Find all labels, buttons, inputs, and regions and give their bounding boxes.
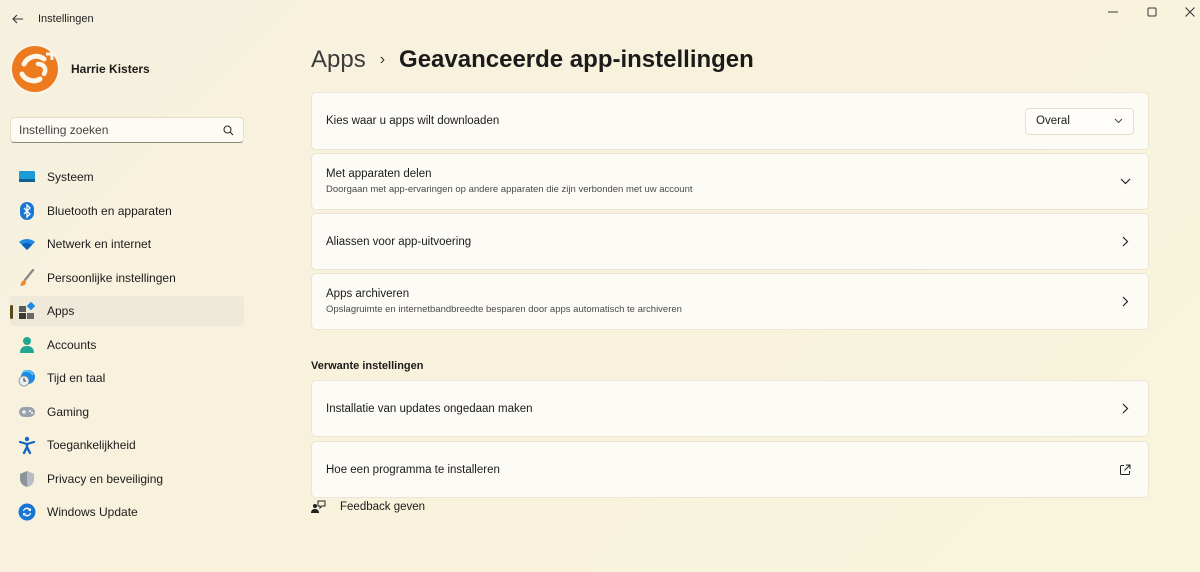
globe-clock-icon	[18, 369, 36, 387]
user-name: Harrie Kisters	[71, 62, 150, 76]
dropdown-value: Overal	[1036, 115, 1070, 127]
setting-title: Aliassen voor app-uitvoering	[326, 235, 472, 248]
feedback-label: Feedback geven	[340, 501, 426, 513]
sidebar-item-label: Tijd en taal	[47, 371, 106, 385]
person-icon	[18, 336, 36, 354]
sidebar-item-label: Bluetooth en apparaten	[47, 203, 172, 218]
back-button[interactable]	[8, 9, 28, 29]
sidebar-item-windows-update[interactable]: Windows Update	[10, 497, 244, 527]
related-how-to-install[interactable]: Hoe een programma te installeren	[311, 441, 1149, 498]
setting-description: Doorgaan met app-ervaringen op andere ap…	[326, 184, 693, 195]
search-icon[interactable]	[221, 123, 235, 137]
shield-icon	[18, 470, 36, 488]
chevron-down-icon	[1114, 118, 1123, 124]
sidebar-item-tijd[interactable]: Tijd en taal	[10, 363, 244, 393]
setting-share-devices[interactable]: Met apparaten delen Doorgaan met app-erv…	[311, 153, 1149, 210]
breadcrumb-apps-link[interactable]: Apps	[311, 46, 366, 74]
sidebar-nav: Systeem Bluetooth en apparaten Netwerk e…	[10, 162, 244, 531]
setting-title: Apps archiveren	[326, 288, 410, 300]
setting-title: Kies waar u apps wilt downloaden	[326, 115, 500, 127]
sidebar-item-netwerk[interactable]: Netwerk en internet	[10, 229, 244, 259]
wifi-icon	[18, 235, 36, 253]
sidebar-item-label: Privacy en beveiliging	[47, 471, 164, 486]
sidebar-item-gaming[interactable]: Gaming	[10, 397, 244, 427]
setting-download-location: Kies waar u apps wilt downloaden Overal	[311, 92, 1149, 150]
chevron-right-icon[interactable]	[1116, 233, 1134, 251]
maximize-button[interactable]	[1140, 4, 1164, 20]
display-icon	[18, 168, 36, 186]
minimize-button[interactable]	[1101, 4, 1125, 20]
sidebar-item-label: Toegankelijkheid	[47, 438, 136, 452]
external-link-icon[interactable]	[1116, 461, 1134, 479]
apps-icon	[18, 302, 36, 320]
sidebar-item-apps[interactable]: Apps	[10, 296, 244, 326]
sidebar-item-bluetooth[interactable]: Bluetooth en apparaten	[10, 196, 244, 226]
sidebar-item-label: Gaming	[47, 404, 90, 419]
download-location-dropdown[interactable]: Overal	[1025, 107, 1134, 135]
setting-description: Opslagruimte en internetbandbreedte besp…	[326, 304, 682, 315]
user-profile[interactable]: Harrie Kisters	[10, 44, 150, 94]
setting-title: Met apparaten delen	[326, 168, 432, 180]
accessibility-icon	[18, 436, 36, 454]
minimize-icon	[1108, 11, 1118, 13]
feedback-icon	[311, 500, 326, 513]
setting-app-execution-aliases[interactable]: Aliassen voor app-uitvoering	[311, 213, 1149, 270]
setting-title: Hoe een programma te installeren	[326, 463, 500, 476]
sidebar-item-toegankelijkheid[interactable]: Toegankelijkheid	[10, 430, 244, 460]
sidebar-item-label: Windows Update	[47, 505, 138, 519]
sidebar-item-privacy[interactable]: Privacy en beveiliging	[10, 464, 244, 494]
search-input[interactable]	[19, 123, 221, 137]
gamepad-icon	[18, 403, 36, 421]
sidebar-item-label: Persoonlijke instellingen	[47, 270, 176, 285]
title-bar: Instellingen	[0, 0, 1200, 40]
chevron-right-icon[interactable]	[1116, 400, 1134, 418]
brush-icon	[18, 268, 36, 287]
close-icon	[1185, 7, 1195, 17]
sidebar-item-label: Netwerk en internet	[47, 237, 152, 251]
app-title: Instellingen	[38, 13, 94, 25]
feedback-link[interactable]: Feedback geven	[311, 500, 425, 514]
chevron-down-icon[interactable]	[1116, 173, 1134, 191]
settings-search[interactable]	[10, 117, 244, 143]
setting-archive-apps[interactable]: Apps archiveren Opslagruimte en internet…	[311, 273, 1149, 330]
page-title: Geavanceerde app-instellingen	[399, 46, 754, 73]
maximize-icon	[1147, 7, 1157, 17]
orange-logo-avatar-icon	[10, 44, 60, 94]
setting-title: Installatie van updates ongedaan maken	[326, 402, 533, 415]
update-icon	[18, 503, 36, 521]
chevron-right-icon: ›	[379, 51, 386, 68]
sidebar-item-label: Apps	[47, 304, 75, 318]
sidebar-item-label: Accounts	[47, 337, 97, 352]
sidebar-item-persoonlijk[interactable]: Persoonlijke instellingen	[10, 263, 244, 293]
breadcrumb: Apps › Geavanceerde app-instellingen	[311, 46, 754, 74]
close-button[interactable]	[1178, 4, 1200, 20]
avatar	[10, 44, 60, 94]
chevron-right-icon[interactable]	[1116, 293, 1134, 311]
sidebar-item-systeem[interactable]: Systeem	[10, 162, 244, 192]
sidebar-item-accounts[interactable]: Accounts	[10, 330, 244, 360]
arrow-left-icon	[12, 14, 23, 24]
related-uninstall-updates[interactable]: Installatie van updates ongedaan maken	[311, 380, 1149, 437]
related-settings-heading: Verwante instellingen	[311, 360, 424, 372]
sidebar-item-label: Systeem	[47, 170, 94, 184]
bluetooth-icon	[18, 201, 36, 220]
